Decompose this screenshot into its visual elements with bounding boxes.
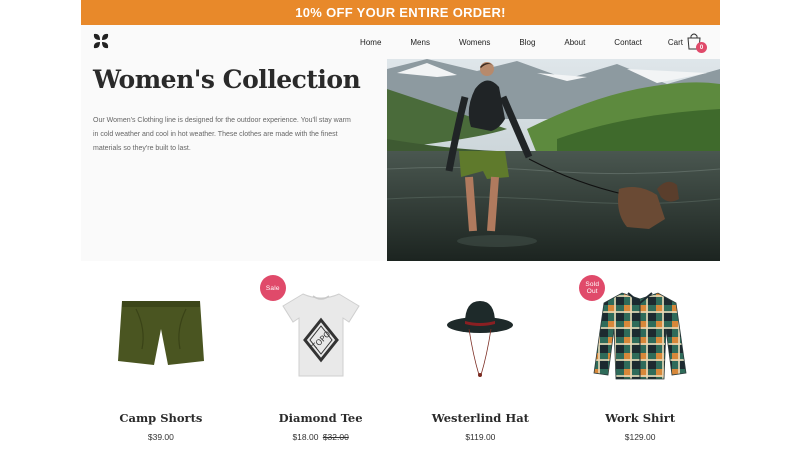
sale-price: $18.00 bbox=[292, 432, 319, 442]
nav-mens[interactable]: Mens bbox=[410, 38, 430, 47]
site-header: Home Mens Womens Blog About Contact Cart… bbox=[81, 25, 720, 59]
page: 10% OFF YOUR ENTIRE ORDER! Home Mens Wom… bbox=[81, 0, 720, 450]
nav-contact[interactable]: Contact bbox=[614, 38, 642, 47]
product-grid: Camp Shorts $39.00 Sale TOPO Diamond Tee… bbox=[81, 261, 720, 450]
nav-home[interactable]: Home bbox=[360, 38, 381, 47]
hero-text: Women's Collection Our Women's Clothing … bbox=[93, 59, 363, 156]
product-card[interactable]: Westerlind Hat $119.00 bbox=[401, 261, 561, 450]
original-price: $32.00 bbox=[322, 432, 349, 442]
promo-bar[interactable]: 10% OFF YOUR ENTIRE ORDER! bbox=[81, 0, 720, 25]
product-price: $129.00 bbox=[560, 432, 720, 442]
price: $129.00 bbox=[624, 432, 656, 442]
westerlind-hat-image[interactable] bbox=[445, 295, 515, 381]
price: $39.00 bbox=[147, 432, 174, 442]
camp-shorts-image[interactable] bbox=[116, 299, 206, 369]
product-price: $18.00 $32.00 bbox=[241, 432, 401, 442]
product-card[interactable]: Sold Out Work Shirt $129.00 bbox=[560, 261, 720, 450]
product-card[interactable]: Sale TOPO Diamond Tee $18.00 $32.00 bbox=[241, 261, 401, 450]
nav-blog[interactable]: Blog bbox=[519, 38, 535, 47]
hero-description: Our Women's Clothing line is designed fo… bbox=[93, 117, 351, 152]
product-name[interactable]: Diamond Tee bbox=[241, 411, 401, 425]
hero-section: Women's Collection Our Women's Clothing … bbox=[81, 59, 720, 261]
product-price: $119.00 bbox=[401, 432, 561, 442]
hero-photo bbox=[387, 59, 720, 261]
cart-button[interactable]: Cart 0 bbox=[667, 33, 707, 53]
four-petal-logo-icon[interactable] bbox=[93, 33, 109, 49]
main-nav: Home Mens Womens Blog About Contact Cart… bbox=[360, 25, 707, 59]
hero-title: Women's Collection bbox=[93, 65, 361, 94]
nav-womens[interactable]: Womens bbox=[459, 38, 490, 47]
cart-label: Cart bbox=[667, 37, 683, 47]
product-price: $39.00 bbox=[81, 432, 241, 442]
price: $119.00 bbox=[465, 432, 496, 442]
diamond-tee-image[interactable]: TOPO bbox=[281, 292, 361, 378]
promo-text: 10% OFF YOUR ENTIRE ORDER! bbox=[295, 5, 506, 20]
cart-count-badge: 0 bbox=[696, 42, 707, 53]
product-card[interactable]: Camp Shorts $39.00 bbox=[81, 261, 241, 450]
work-shirt-image[interactable] bbox=[592, 289, 688, 381]
nav-about[interactable]: About bbox=[564, 38, 585, 47]
product-name[interactable]: Westerlind Hat bbox=[401, 411, 561, 425]
product-name[interactable]: Work Shirt bbox=[560, 411, 720, 425]
product-name[interactable]: Camp Shorts bbox=[81, 411, 241, 425]
